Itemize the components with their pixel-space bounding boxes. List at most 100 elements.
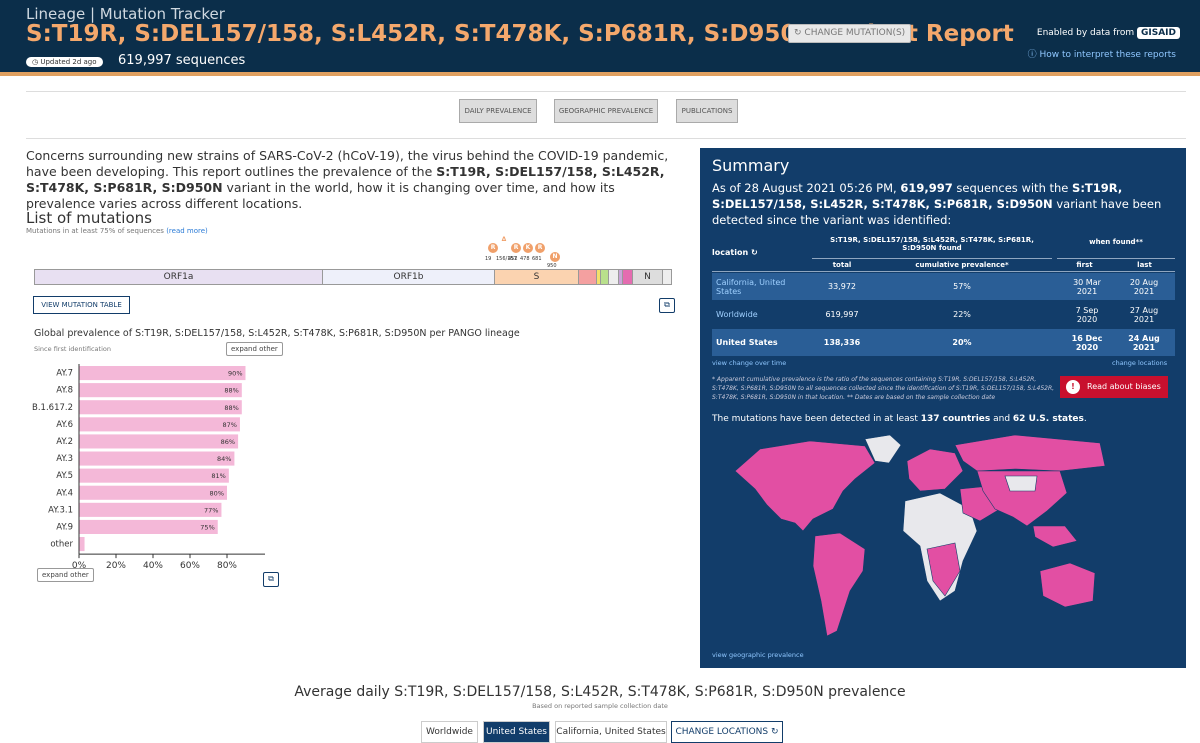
summary-title: Summary	[712, 156, 790, 175]
mutation-marker[interactable]: K	[523, 243, 533, 253]
states-count: 62 U.S. states	[1012, 414, 1084, 424]
bar[interactable]	[79, 485, 227, 500]
divider	[1057, 258, 1175, 259]
enabled-by-label: Enabled by data from	[1036, 28, 1135, 38]
genome-n[interactable]: N	[633, 270, 663, 284]
table-row[interactable]: Worldwide 619,997 22% 7 Sep 2020 27 Aug …	[712, 301, 1175, 328]
countries-count: 137 countries	[920, 414, 991, 424]
info-icon: ⓘ	[1027, 50, 1037, 60]
lineage-chart-title: Global prevalence of S:T19R, S:DEL157/15…	[34, 328, 520, 339]
map-russia	[954, 434, 1106, 472]
genome-s[interactable]: S	[495, 270, 579, 284]
genome-gap	[609, 270, 619, 284]
bar[interactable]	[79, 451, 235, 466]
bar[interactable]	[79, 519, 218, 534]
data-source: Enabled by data from GISAID	[1036, 27, 1180, 39]
howto-link[interactable]: ⓘ How to interpret these reports	[1028, 47, 1176, 60]
expand-other-button[interactable]: expand other	[226, 342, 283, 356]
mutation-marker[interactable]: R	[535, 243, 545, 253]
divider	[712, 271, 1175, 272]
mutation-marker[interactable]: R	[488, 243, 498, 253]
bar[interactable]	[79, 434, 239, 449]
countries-text-part: The mutations have been detected in at l…	[712, 414, 921, 424]
view-change-link[interactable]: view change over time	[712, 359, 786, 367]
mutation-marker[interactable]: R	[511, 243, 521, 253]
countries-text-part: and	[990, 414, 1013, 424]
read-more-link[interactable]: (read more)	[166, 227, 208, 235]
value-label: 80%	[210, 489, 224, 497]
table-row[interactable]: United States 138,336 20% 16 Dec 2020 24…	[712, 329, 1175, 356]
copy-icon[interactable]: ⧉	[263, 572, 279, 587]
summary-text: As of 28 August 2021 05:26 PM, 619,997 s…	[712, 180, 1172, 228]
bar[interactable]	[79, 468, 229, 483]
divider	[26, 138, 1186, 139]
read-biases-label: Read about biases	[1087, 382, 1161, 391]
map-europe	[906, 448, 964, 492]
category-label: AY.4	[56, 488, 73, 498]
genome-m[interactable]	[601, 270, 609, 284]
when-header: when found**	[1089, 238, 1143, 246]
bar[interactable]	[79, 537, 85, 552]
value-label: 88%	[224, 387, 238, 395]
daily-prevalence-title: Average daily S:T19R, S:DEL157/158, S:L4…	[294, 684, 906, 700]
bar[interactable]	[79, 417, 240, 432]
category-label: AY.3	[56, 454, 73, 464]
row-first: 30 Mar 2021	[1073, 277, 1101, 296]
row-location[interactable]: Worldwide	[716, 301, 806, 328]
value-label: 86%	[221, 438, 235, 446]
row-first: 7 Sep 2020	[1075, 305, 1099, 324]
found-header: S:T19R, S:DEL157/158, S:L452R, S:T478K, …	[830, 236, 1034, 252]
bar[interactable]	[79, 502, 222, 517]
value-label: 75%	[200, 523, 214, 531]
mutation-position-label: 681	[532, 256, 542, 262]
sequence-count: 619,997 sequences	[118, 53, 246, 68]
mutations-subtitle-text: Mutations in at least 75% of sequences	[26, 227, 167, 235]
summary-panel: Summary As of 28 August 2021 05:26 PM, 6…	[700, 148, 1186, 668]
row-first: 16 Dec 2020	[1071, 333, 1103, 352]
bar[interactable]	[79, 366, 246, 381]
mutations-subtitle: Mutations in at least 75% of sequences (…	[26, 227, 208, 235]
x-tick-label: 20%	[106, 561, 126, 570]
mutation-marker[interactable]: Δ	[499, 235, 509, 245]
updated-label: Updated 2d ago	[40, 58, 97, 66]
genome-orf8[interactable]	[623, 270, 633, 284]
category-label: AY.8	[56, 386, 73, 396]
view-geographic-link[interactable]: view geographic prevalence	[712, 651, 804, 659]
copy-icon[interactable]: ⧉	[659, 298, 675, 313]
world-map[interactable]	[715, 431, 1110, 646]
genome-orf3a[interactable]	[579, 270, 597, 284]
col-last: last	[1137, 261, 1152, 269]
bar[interactable]	[79, 383, 242, 398]
tab-daily-prevalence[interactable]: DAILY PREVALENCE	[459, 99, 537, 123]
row-prevalence: 20%	[952, 338, 972, 347]
genome-map: ORF1a ORF1b S N	[34, 269, 672, 285]
view-mutation-table-button[interactable]: VIEW MUTATION TABLE	[33, 296, 130, 314]
x-tick-label: 40%	[143, 561, 163, 570]
change-locations-label: CHANGE LOCATIONS	[675, 727, 769, 737]
category-label: AY.7	[56, 369, 73, 379]
genome-orf1b[interactable]: ORF1b	[323, 270, 495, 284]
tab-geographic-prevalence[interactable]: GEOGRAPHIC PREVALENCE	[554, 99, 658, 123]
row-last: 24 Aug 2021	[1128, 333, 1160, 352]
row-location[interactable]: California, United States	[716, 273, 806, 300]
row-location[interactable]: United States	[716, 329, 806, 356]
value-label: 77%	[204, 506, 218, 514]
map-asia-unreported	[1004, 475, 1038, 492]
tab-publications[interactable]: PUBLICATIONS	[676, 99, 738, 123]
bar[interactable]	[79, 400, 242, 415]
mutation-marker[interactable]: N	[550, 252, 560, 262]
summary-footnote: * Apparent cumulative prevalence is the …	[712, 376, 1055, 401]
gisaid-logo[interactable]: GISAID	[1136, 27, 1180, 39]
refresh-icon[interactable]: ↻	[751, 248, 758, 257]
change-locations-link[interactable]: change locations	[1112, 359, 1167, 367]
table-row[interactable]: California, United States 33,972 57% 30 …	[712, 273, 1175, 300]
divider	[812, 258, 1052, 259]
row-prevalence: 57%	[953, 282, 971, 291]
read-biases-button[interactable]: ! Read about biases	[1060, 376, 1168, 398]
category-label: B.1.617.2	[32, 403, 73, 413]
genome-orf1a[interactable]: ORF1a	[35, 270, 323, 284]
refresh-icon: ↻	[771, 727, 779, 737]
expand-other-button-bottom[interactable]: expand other	[37, 568, 94, 582]
category-label: AY.3.1	[48, 505, 73, 515]
change-mutations-button[interactable]: ↻ CHANGE MUTATION(S)	[788, 24, 912, 43]
